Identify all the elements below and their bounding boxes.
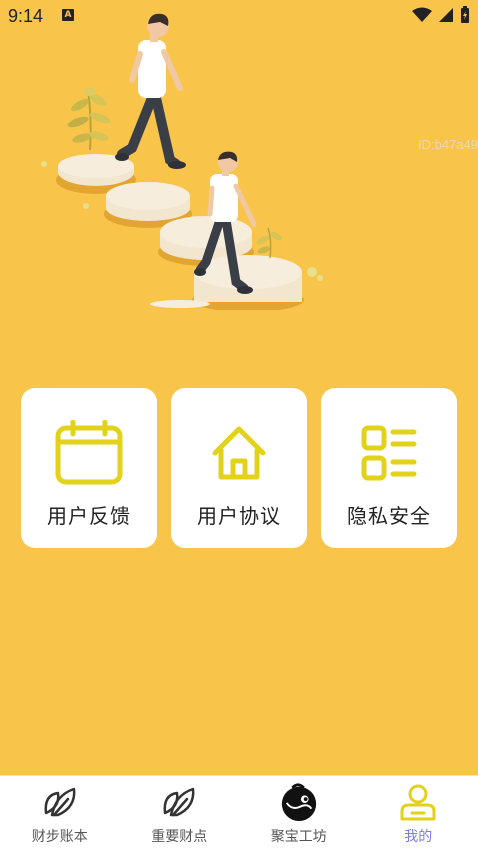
user-icon: [398, 782, 438, 822]
treasure-icon: [279, 782, 319, 822]
privacy-card[interactable]: 隐私安全: [321, 388, 457, 548]
leaf-icon: [159, 782, 199, 822]
hero-illustration: [0, 0, 478, 310]
person-walking-top: [115, 14, 186, 169]
stepping-stones: [56, 154, 304, 310]
feedback-card[interactable]: 用户反馈: [21, 388, 157, 548]
tab-ledger[interactable]: 财步账本: [0, 776, 120, 852]
tab-mine-label: 我的: [404, 826, 432, 846]
tab-important[interactable]: 重要财点: [120, 776, 240, 852]
tab-mine[interactable]: 我的: [359, 776, 478, 852]
calendar-icon: [54, 418, 124, 488]
plant-left: [66, 88, 111, 150]
feature-cards: 用户反馈 用户协议 隐私安全: [21, 388, 457, 548]
tab-workshop[interactable]: 聚宝工坊: [239, 776, 359, 852]
user-agreement-card[interactable]: 用户协议: [171, 388, 307, 548]
watermark-id: ID:b47a49: [418, 137, 478, 152]
home-icon: [204, 418, 274, 488]
privacy-label: 隐私安全: [347, 500, 431, 529]
user-agreement-label: 用户协议: [197, 500, 281, 529]
tab-important-label: 重要财点: [151, 826, 207, 846]
tab-ledger-label: 财步账本: [32, 826, 88, 846]
bottom-tab-bar: 财步账本 重要财点 聚宝工坊: [0, 775, 478, 852]
feedback-label: 用户反馈: [47, 500, 131, 529]
list-icon: [354, 418, 424, 488]
tab-workshop-label: 聚宝工坊: [271, 826, 327, 846]
leaf-icon: [40, 782, 80, 822]
